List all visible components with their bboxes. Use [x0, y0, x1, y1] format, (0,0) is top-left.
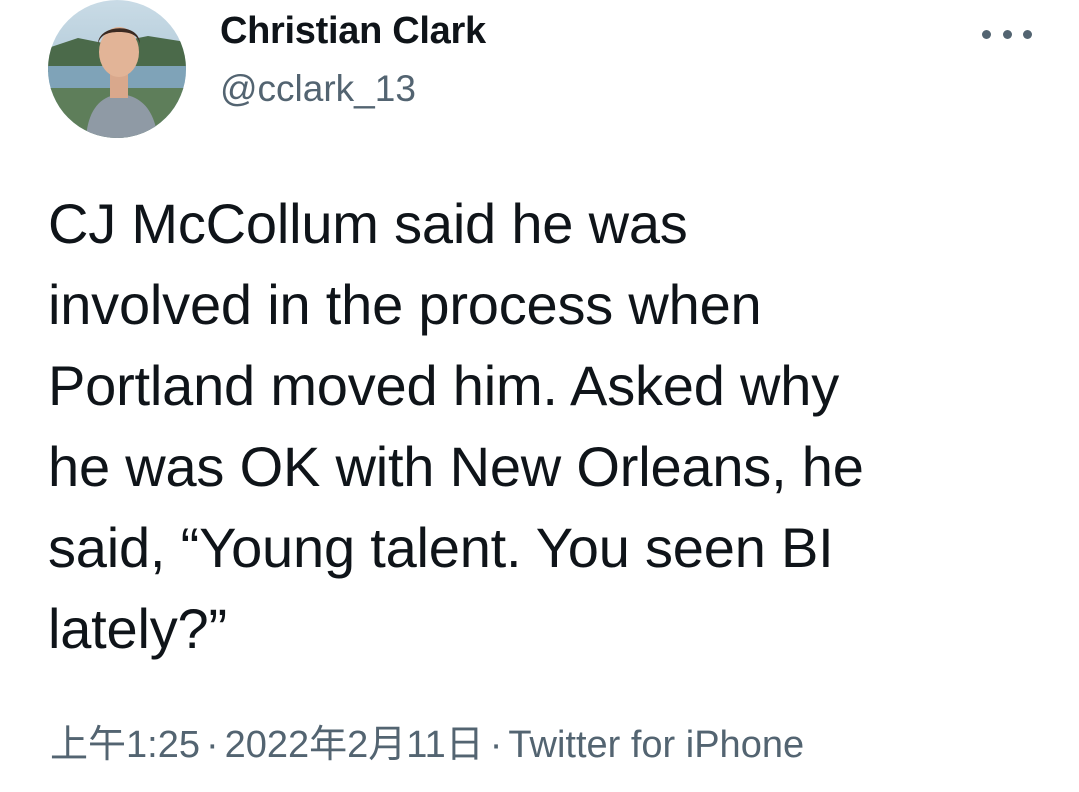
profile-photo-icon: [48, 0, 186, 138]
separator: ·: [489, 724, 503, 766]
tweet-text-line: he was OK with New Orleans, he: [48, 435, 864, 498]
tweet-metadata: 上午1:25 · 2022年2月11日 · Twitter for iPhone: [50, 713, 804, 768]
tweet-text: CJ McCollum said he was involved in the …: [48, 183, 1038, 669]
author-handle[interactable]: @cclark_13: [220, 68, 416, 110]
tweet-date[interactable]: 2022年2月11日: [225, 724, 484, 766]
tweet-text-line: lately?”: [48, 597, 227, 660]
tweet-source[interactable]: Twitter for iPhone: [508, 724, 804, 766]
tweet-time[interactable]: 上午1:25: [50, 724, 200, 766]
tweet-text-line: Portland moved him. Asked why: [48, 354, 840, 417]
avatar[interactable]: [48, 0, 186, 138]
dot: [982, 29, 991, 39]
author-display-name[interactable]: Christian Clark: [220, 10, 486, 53]
more-options-icon[interactable]: [982, 22, 1032, 46]
tweet-text-line: involved in the process when: [48, 273, 762, 336]
dot: [1023, 29, 1032, 39]
dot: [1002, 29, 1012, 39]
separator: ·: [205, 724, 219, 766]
tweet-text-line: CJ McCollum said he was: [48, 192, 688, 255]
tweet: Christian Clark @cclark_13 CJ McCollum s…: [0, 0, 1079, 792]
tweet-text-line: said, “Young talent. You seen BI: [48, 516, 834, 579]
